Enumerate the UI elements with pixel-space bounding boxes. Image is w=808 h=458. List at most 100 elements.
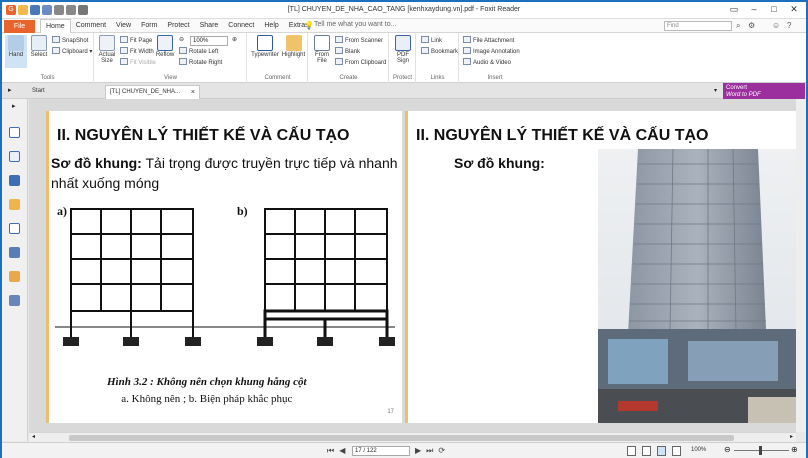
from-scanner-button[interactable]: From Scanner [335, 36, 383, 44]
reflow-button[interactable]: Reflow [155, 35, 175, 58]
zoom-in-status-icon[interactable]: ⊕ [791, 445, 798, 454]
prev-page-icon[interactable]: ◀ [339, 446, 345, 456]
zoom-slider-knob[interactable] [759, 446, 762, 455]
tab-share[interactable]: Share [195, 19, 224, 33]
tab-home[interactable]: Home [40, 19, 71, 34]
comment-group: Typewriter Highlight Comment [248, 33, 308, 83]
pen-icon [395, 35, 411, 51]
continuous-icon[interactable] [642, 446, 651, 456]
vertical-scrollbar[interactable] [796, 99, 806, 432]
create-group: From File From Scanner Blank From Clipbo… [309, 33, 389, 83]
scroll-left-icon[interactable]: ◂ [32, 433, 35, 440]
tab-form[interactable]: Form [136, 19, 162, 33]
rotate-left-icon [179, 47, 187, 54]
status-bar: ⏮ ◀ 17 / 122 ▶ ⏭ ⟳ 100% ⊖ ⊕ [2, 442, 806, 458]
tab-document[interactable]: [TL] CHUYEN_DE_NHA... × [105, 85, 200, 99]
chevron-down-icon[interactable]: ▾ [714, 87, 717, 94]
tab-list-icon[interactable]: ▸ [8, 86, 12, 94]
ribbon: Hand Select SnapShot Clipboard ▾ Tools A… [2, 33, 806, 83]
bookmarks-panel-icon[interactable] [9, 127, 20, 138]
snapshot-button[interactable]: SnapShot [52, 36, 88, 44]
expand-panel-icon[interactable]: ▸ [12, 102, 16, 110]
document-tab-bar: ▸ Start [TL] CHUYEN_DE_NHA... × ▾ Convert… [2, 83, 806, 100]
page-number-input[interactable]: 17 / 122 [352, 446, 410, 456]
find-input[interactable]: Find [664, 21, 732, 31]
settings-icon[interactable]: ⚙ [748, 21, 755, 30]
protect-group: PDF Sign Protect [390, 33, 416, 83]
content-panel-icon[interactable] [9, 295, 20, 306]
horizontal-scrollbar[interactable]: ◂ ▸ [29, 432, 796, 442]
first-page-icon[interactable]: ⏮ [327, 446, 334, 456]
select-button[interactable]: Select [29, 35, 49, 58]
file-tab[interactable]: File [4, 20, 35, 33]
search-icon[interactable]: ⌕ [736, 21, 740, 31]
pdf-sign-button[interactable]: PDF Sign [393, 35, 413, 64]
signatures-panel-icon[interactable] [9, 247, 20, 258]
zoom-in-icon[interactable]: ⊕ [232, 36, 237, 43]
tell-me-input[interactable]: Tell me what you want to... [314, 21, 396, 28]
restore-ribbon-icon[interactable]: ▭ [724, 2, 744, 16]
figure-caption: Hình 3.2 : Không nên chọn khung hẫng cột… [107, 374, 307, 408]
single-page-icon[interactable] [627, 446, 636, 456]
tab-start[interactable]: Start [28, 85, 102, 99]
insert-group: File Attachment Image Annotation Audio &… [460, 33, 530, 83]
next-page-icon[interactable]: ▶ [415, 446, 421, 456]
close-tab-icon[interactable]: × [191, 86, 195, 99]
user-icon[interactable]: ☺ [772, 21, 780, 30]
tab-connect[interactable]: Connect [223, 19, 259, 33]
ribbon-tab-bar: File Home Comment View Form Protect Shar… [2, 19, 806, 34]
link-button[interactable]: Link [421, 36, 442, 44]
pages-panel-icon[interactable] [9, 151, 20, 162]
actual-size-button[interactable]: Actual Size [97, 35, 117, 64]
typewriter-button[interactable]: Typewriter [250, 35, 280, 58]
from-clipboard-button[interactable]: From Clipboard [335, 58, 386, 66]
fit-width-button[interactable]: Fit Width [120, 47, 154, 55]
hand-button[interactable]: Hand [5, 35, 27, 68]
file-attachment-button[interactable]: File Attachment [463, 36, 514, 44]
highlight-button[interactable]: Highlight [281, 35, 306, 58]
minimize-button[interactable]: – [744, 2, 764, 16]
scanner-icon [335, 36, 343, 43]
last-page-icon[interactable]: ⏭ [426, 446, 433, 456]
rotate-right-button[interactable]: Rotate Right [179, 58, 222, 66]
navigation-panel: ▸ [2, 99, 28, 441]
document-view[interactable]: II. NGUYÊN LÝ THIẾT KẾ VÀ CẤU TẠO Sơ đồ … [29, 99, 806, 432]
tab-comment[interactable]: Comment [71, 19, 111, 33]
close-button[interactable]: ✕ [784, 2, 804, 16]
scroll-right-icon[interactable]: ▸ [790, 433, 793, 440]
blank-button[interactable]: Blank [335, 47, 360, 55]
rotate-left-button[interactable]: Rotate Left [179, 47, 218, 55]
clipboard-page-icon [335, 58, 343, 65]
tools-group: Hand Select SnapShot Clipboard ▾ Tools [2, 33, 94, 83]
audio-video-button[interactable]: Audio & Video [463, 58, 511, 66]
page-navigation-right: ▶ ⏭ ⟳ [415, 446, 445, 456]
fit-visible-button[interactable]: Fit Visible [120, 58, 156, 66]
scroll-thumb[interactable] [69, 435, 734, 441]
continuous-facing-icon[interactable] [672, 446, 681, 456]
zoom-out-status-icon[interactable]: ⊖ [724, 445, 731, 454]
tab-protect[interactable]: Protect [162, 19, 194, 33]
security-panel-icon[interactable] [9, 271, 20, 282]
attachments-panel-icon[interactable] [9, 223, 20, 234]
bookmark-button[interactable]: Bookmark [421, 47, 458, 55]
refresh-icon[interactable]: ⟳ [438, 446, 445, 456]
help-icon[interactable]: ? [787, 21, 791, 30]
zoom-select[interactable]: 100% [190, 36, 228, 46]
layers-panel-icon[interactable] [9, 175, 20, 186]
fit-visible-icon [120, 58, 128, 65]
tab-view[interactable]: View [111, 19, 136, 33]
image-annotation-button[interactable]: Image Annotation [463, 47, 520, 55]
rotate-right-icon [179, 58, 187, 65]
facing-icon[interactable] [657, 446, 666, 456]
maximize-button[interactable]: □ [764, 2, 784, 16]
image-icon [463, 47, 471, 54]
footings-b [257, 337, 395, 346]
comments-panel-icon[interactable] [9, 199, 20, 210]
building-photo [598, 149, 798, 423]
convert-banner[interactable]: Convert Word to PDF [723, 83, 805, 100]
clipboard-button[interactable]: Clipboard ▾ [52, 47, 92, 55]
zoom-out-icon[interactable]: ⊖ [179, 36, 184, 43]
fit-page-button[interactable]: Fit Page [120, 36, 152, 44]
from-file-button[interactable]: From File [311, 35, 333, 64]
tab-help[interactable]: Help [259, 19, 283, 33]
